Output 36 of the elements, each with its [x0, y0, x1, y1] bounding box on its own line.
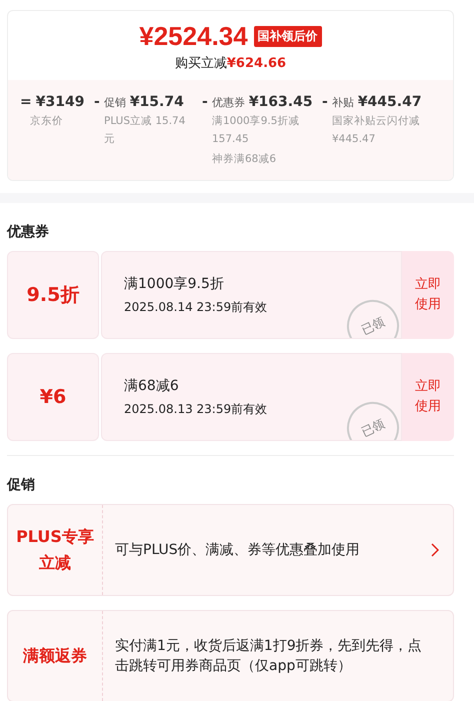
final-price: ¥2524.34 — [139, 21, 248, 52]
breakdown-note: 京东价 — [29, 114, 64, 129]
breakdown-note: 神券满68减6 — [211, 152, 278, 167]
coupon-validity: 2025.08.13 23:59前有效 — [124, 400, 268, 418]
promotion-name: 满额返券 — [8, 611, 103, 701]
promotion-card[interactable]: 满额返券 实付满1元，收货后返满1打9折券，先到先得，点击跳转可用券商品页（仅app可跳转） — [7, 610, 454, 701]
breakdown-note: 满1000享9.5折减157.45 — [211, 114, 300, 147]
price-tag: 国补领后价 — [254, 26, 322, 47]
breakdown-label: 促销 — [104, 95, 126, 110]
section-title: 优惠券 — [7, 223, 50, 241]
breakdown-amount: ¥163.45 — [248, 94, 313, 110]
coupon-value: ¥6 — [40, 386, 66, 408]
breakdown-label: 优惠券 — [212, 95, 245, 110]
breakdown-amount: ¥15.74 — [130, 94, 184, 110]
use-now-button[interactable]: 立即使用 — [402, 251, 454, 339]
promotion-description: 实付满1元，收货后返满1打9折券，先到先得，点击跳转可用券商品页（仅app可跳转） — [114, 637, 423, 676]
promotion-description: 可与PLUS价、满减、券等优惠叠加使用 — [114, 541, 361, 560]
coupon-value: 9.5折 — [26, 283, 80, 308]
coupon-validity: 2025.08.14 23:59前有效 — [124, 298, 268, 316]
breakdown-amount: ¥445.47 — [358, 94, 422, 110]
breakdown-label: 补贴 — [332, 95, 354, 110]
breakdown-note: 国家补贴云闪付减¥445.47 — [331, 114, 421, 147]
promotion-card[interactable]: PLUS专享立减 可与PLUS价、满减、券等优惠叠加使用 — [7, 504, 454, 596]
breakdown-amount: ¥3149 — [36, 94, 84, 110]
operator-sign: - — [322, 94, 328, 110]
operator-sign: = — [20, 94, 32, 110]
section-title: 促销 — [7, 476, 36, 494]
coupon-condition: 满1000享9.5折 — [124, 274, 225, 292]
use-now-button[interactable]: 立即使用 — [402, 353, 454, 441]
breakdown-note: PLUS立减 15.74元 — [103, 114, 186, 147]
operator-sign: - — [202, 94, 208, 110]
saving-amount: ¥624.66 — [226, 56, 286, 71]
operator-sign: - — [94, 94, 100, 110]
coupon-condition: 满68减6 — [124, 376, 180, 394]
promotion-name: PLUS专享立减 — [8, 505, 103, 595]
saving-label: 购买立减 — [174, 56, 227, 71]
